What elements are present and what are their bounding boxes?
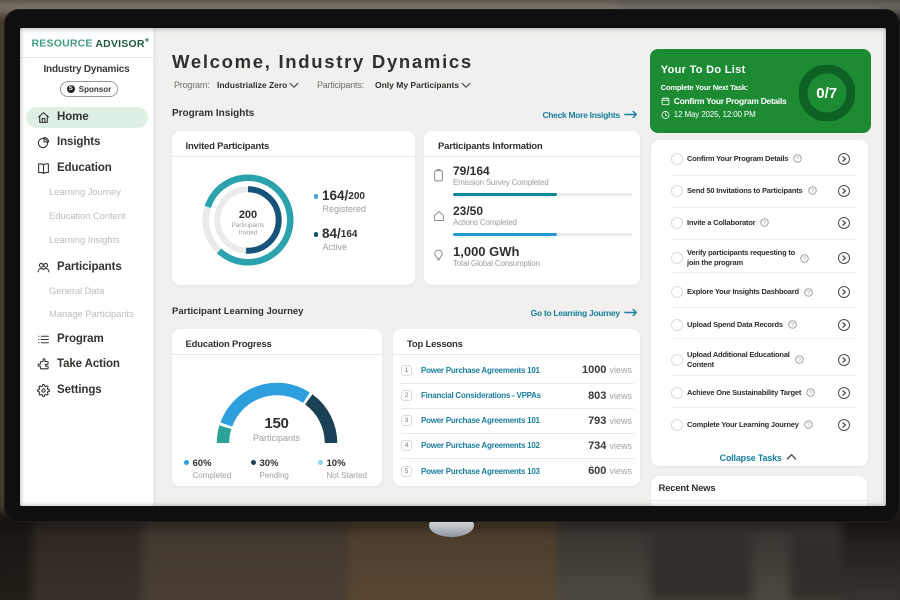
- svg-text:?: ?: [811, 189, 814, 195]
- svg-text:?: ?: [796, 157, 799, 163]
- svg-text:?: ?: [803, 256, 806, 262]
- svg-text:?: ?: [791, 322, 794, 328]
- svg-text:?: ?: [807, 290, 810, 296]
- svg-text:?: ?: [807, 423, 810, 429]
- svg-text:?: ?: [809, 391, 812, 397]
- svg-text:200: 200: [238, 209, 256, 221]
- svg-text:Invited: Invited: [238, 230, 257, 237]
- svg-text:Participants: Participants: [231, 222, 264, 229]
- svg-text:?: ?: [798, 357, 801, 363]
- svg-text:?: ?: [763, 220, 766, 226]
